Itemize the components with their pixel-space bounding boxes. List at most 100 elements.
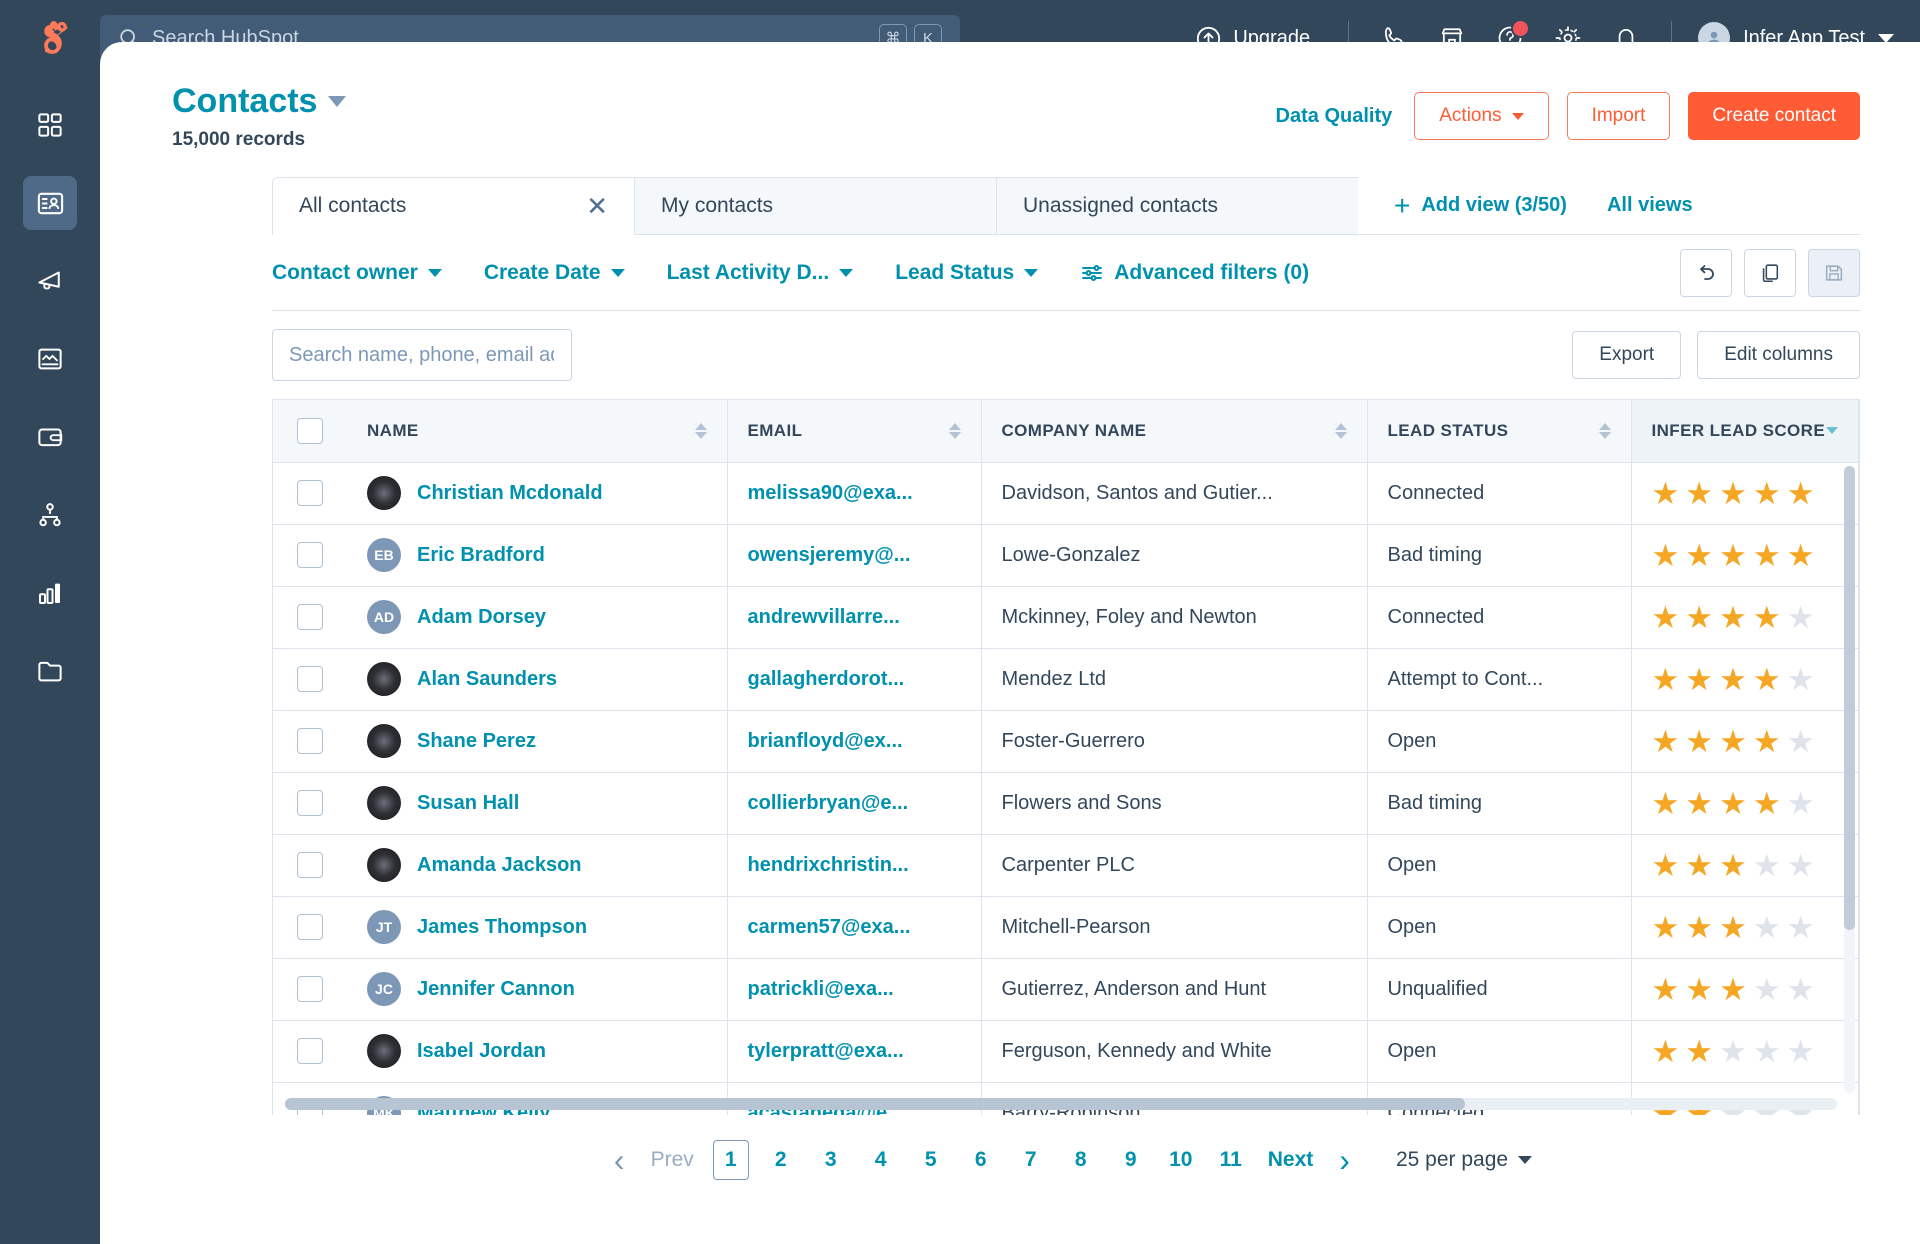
page-number-4[interactable]: 4 bbox=[863, 1140, 899, 1180]
data-quality-link[interactable]: Data Quality bbox=[1276, 105, 1393, 128]
sidebar-item-automation[interactable] bbox=[23, 488, 77, 542]
table-row[interactable]: Isabel Jordan tylerpratt@exa... Ferguson, … bbox=[273, 1020, 1859, 1083]
contact-email-link[interactable]: gallagherdorot... bbox=[748, 668, 905, 690]
save-button[interactable] bbox=[1808, 248, 1860, 297]
star-icon[interactable]: ★ bbox=[1652, 478, 1680, 509]
page-number-10[interactable]: 10 bbox=[1163, 1140, 1199, 1180]
star-icon[interactable]: ★ bbox=[1719, 664, 1747, 695]
star-icon[interactable]: ★ bbox=[1652, 1036, 1680, 1067]
star-icon[interactable]: ★ bbox=[1753, 602, 1781, 633]
table-row[interactable]: Susan Hall collierbryan@e... Flowers and S… bbox=[273, 772, 1859, 835]
star-icon[interactable]: ★ bbox=[1719, 478, 1747, 509]
table-row[interactable]: Alan Saunders gallagherdorot... Mendez Ltd… bbox=[273, 648, 1859, 711]
horizontal-scrollbar[interactable] bbox=[285, 1098, 1837, 1110]
prev-arrow-icon[interactable]: ‹ bbox=[600, 1142, 639, 1179]
star-icon[interactable]: ★ bbox=[1685, 664, 1713, 695]
search-input[interactable] bbox=[289, 343, 554, 367]
star-icon[interactable]: ★ bbox=[1685, 540, 1713, 571]
select-all-checkbox[interactable] bbox=[297, 417, 323, 444]
row-checkbox[interactable] bbox=[297, 914, 323, 940]
contact-email-link[interactable]: hendrixchristin... bbox=[748, 854, 909, 876]
star-icon[interactable]: ★ bbox=[1753, 974, 1781, 1005]
tab-unassigned-contacts[interactable]: Unassigned contacts bbox=[996, 177, 1358, 234]
row-checkbox[interactable] bbox=[297, 728, 323, 754]
sidebar-item-reporting[interactable] bbox=[23, 566, 77, 620]
table-row[interactable]: JC Jennifer Cannon patrickli@exa... Gutierr… bbox=[273, 958, 1859, 1021]
star-icon[interactable]: ★ bbox=[1719, 912, 1747, 943]
close-icon[interactable]: ✕ bbox=[586, 191, 608, 222]
table-row[interactable]: AD Adam Dorsey andrewvillarre... Mckinney, … bbox=[273, 586, 1859, 649]
export-button[interactable]: Export bbox=[1572, 331, 1682, 379]
row-checkbox[interactable] bbox=[297, 480, 323, 506]
contact-name-link[interactable]: Isabel Jordan bbox=[417, 1040, 546, 1063]
star-icon[interactable]: ★ bbox=[1685, 478, 1713, 509]
filter-lead-status[interactable]: Lead Status bbox=[895, 261, 1039, 285]
star-icon[interactable]: ★ bbox=[1685, 788, 1713, 819]
star-icon[interactable]: ★ bbox=[1753, 1036, 1781, 1067]
sidebar-item-content[interactable] bbox=[23, 332, 77, 386]
contact-email-link[interactable]: melissa90@exa... bbox=[748, 482, 913, 504]
filter-contact-owner[interactable]: Contact owner bbox=[272, 261, 442, 285]
contact-email-link[interactable]: carmen57@exa... bbox=[748, 916, 911, 938]
sidebar-item-library[interactable] bbox=[23, 644, 77, 698]
page-number-11[interactable]: 11 bbox=[1213, 1140, 1249, 1180]
contact-name-link[interactable]: Amanda Jackson bbox=[417, 854, 582, 877]
star-icon[interactable]: ★ bbox=[1753, 850, 1781, 881]
sidebar-item-crm[interactable] bbox=[23, 176, 77, 230]
column-header-company-name[interactable]: COMPANY NAME bbox=[981, 400, 1368, 463]
column-header-lead-status[interactable]: LEAD STATUS bbox=[1367, 400, 1632, 463]
star-icon[interactable]: ★ bbox=[1719, 1036, 1747, 1067]
column-header-infer-lead-score[interactable]: INFER LEAD SCORE bbox=[1631, 400, 1859, 463]
tab-my-contacts[interactable]: My contacts bbox=[634, 177, 996, 234]
horizontal-scrollbar-thumb[interactable] bbox=[285, 1098, 1465, 1110]
contact-name-link[interactable]: Susan Hall bbox=[417, 792, 519, 815]
star-icon[interactable]: ★ bbox=[1719, 788, 1747, 819]
star-icon[interactable]: ★ bbox=[1753, 788, 1781, 819]
table-row[interactable]: Christian Mcdonald melissa90@exa... Davids… bbox=[273, 462, 1859, 525]
contact-name-link[interactable]: Eric Bradford bbox=[417, 544, 545, 567]
star-icon[interactable]: ★ bbox=[1787, 850, 1815, 881]
star-icon[interactable]: ★ bbox=[1787, 478, 1815, 509]
star-icon[interactable]: ★ bbox=[1719, 726, 1747, 757]
import-button[interactable]: Import bbox=[1566, 92, 1671, 140]
star-icon[interactable]: ★ bbox=[1787, 602, 1815, 633]
star-icon[interactable]: ★ bbox=[1787, 726, 1815, 757]
row-checkbox[interactable] bbox=[297, 976, 323, 1002]
edit-columns-button[interactable]: Edit columns bbox=[1697, 331, 1860, 379]
contact-email-link[interactable]: collierbryan@e... bbox=[748, 792, 909, 814]
all-views-link[interactable]: All views bbox=[1607, 194, 1693, 217]
star-icon[interactable]: ★ bbox=[1685, 850, 1713, 881]
sidebar-item-commerce[interactable] bbox=[23, 410, 77, 464]
search-input-wrapper[interactable] bbox=[272, 329, 572, 381]
star-icon[interactable]: ★ bbox=[1719, 540, 1747, 571]
star-icon[interactable]: ★ bbox=[1652, 850, 1680, 881]
page-number-1[interactable]: 1 bbox=[712, 1140, 749, 1180]
sidebar-item-marketing[interactable] bbox=[23, 254, 77, 308]
filter-last-activity-date[interactable]: Last Activity D... bbox=[667, 261, 854, 285]
contact-name-link[interactable]: Alan Saunders bbox=[417, 668, 557, 691]
page-number-7[interactable]: 7 bbox=[1013, 1140, 1049, 1180]
create-contact-button[interactable]: Create contact bbox=[1688, 92, 1860, 140]
table-row[interactable]: JT James Thompson carmen57@exa... Mitchell-… bbox=[273, 896, 1859, 959]
star-icon[interactable]: ★ bbox=[1753, 726, 1781, 757]
star-icon[interactable]: ★ bbox=[1685, 602, 1713, 633]
tab-all-contacts[interactable]: All contacts ✕ bbox=[272, 177, 634, 235]
star-icon[interactable]: ★ bbox=[1753, 478, 1781, 509]
add-view-button[interactable]: + Add view (3/50) bbox=[1394, 191, 1567, 220]
star-icon[interactable]: ★ bbox=[1787, 974, 1815, 1005]
star-icon[interactable]: ★ bbox=[1719, 974, 1747, 1005]
star-icon[interactable]: ★ bbox=[1685, 726, 1713, 757]
contact-email-link[interactable]: patrickli@exa... bbox=[748, 978, 894, 1000]
contact-name-link[interactable]: Christian Mcdonald bbox=[417, 482, 603, 505]
star-icon[interactable]: ★ bbox=[1787, 912, 1815, 943]
star-icon[interactable]: ★ bbox=[1753, 912, 1781, 943]
star-icon[interactable]: ★ bbox=[1787, 1036, 1815, 1067]
sidebar-item-workspaces[interactable] bbox=[23, 98, 77, 152]
hubspot-logo[interactable] bbox=[0, 0, 100, 76]
page-number-3[interactable]: 3 bbox=[813, 1140, 849, 1180]
star-icon[interactable]: ★ bbox=[1719, 602, 1747, 633]
star-icon[interactable]: ★ bbox=[1652, 726, 1680, 757]
filter-create-date[interactable]: Create Date bbox=[484, 261, 625, 285]
table-row[interactable]: Shane Perez brianfloyd@ex... Foster-Guerre… bbox=[273, 710, 1859, 773]
star-icon[interactable]: ★ bbox=[1787, 664, 1815, 695]
